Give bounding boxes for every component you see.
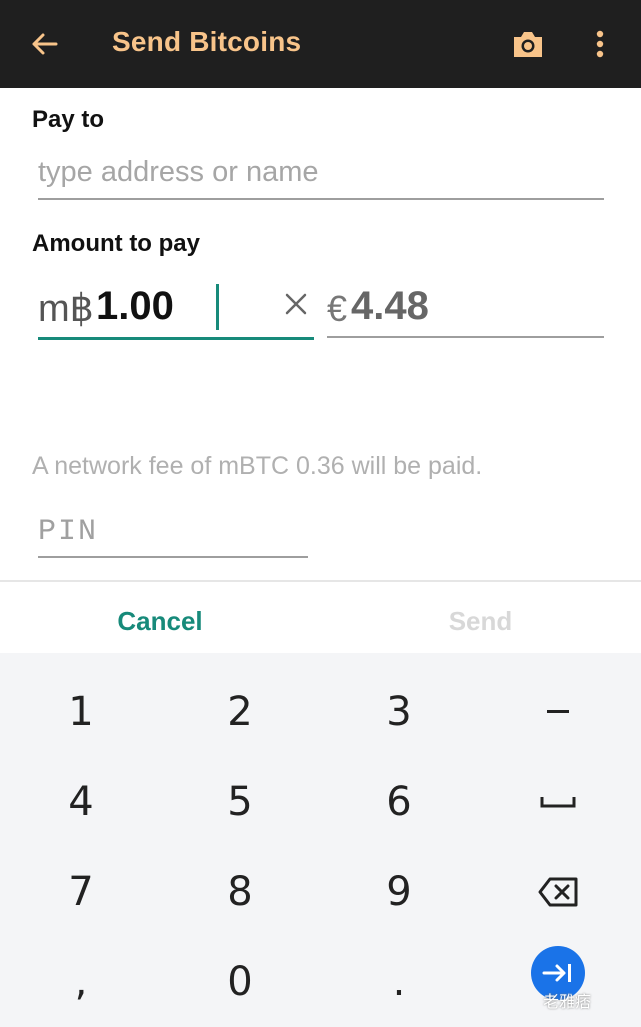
text-cursor (216, 284, 219, 330)
key-8[interactable]: 8 (160, 847, 320, 937)
divider (0, 580, 641, 582)
fiat-amount-value: 4.48 (351, 284, 429, 328)
key-2[interactable]: 2 (160, 667, 320, 757)
app-bar: Send Bitcoins (0, 0, 641, 88)
btc-amount-value: 1.00 (96, 284, 174, 328)
key-0[interactable]: 0 (160, 937, 320, 1027)
page-title: Send Bitcoins (112, 26, 302, 57)
key-3[interactable]: 3 (319, 667, 479, 757)
key-4[interactable]: 4 (1, 757, 161, 847)
key-7[interactable]: 7 (1, 847, 161, 937)
address-input[interactable] (38, 152, 604, 200)
btc-unit-prefix: m฿ (38, 288, 94, 330)
fiat-currency-prefix: € (327, 288, 348, 329)
key-1[interactable]: 1 (1, 667, 161, 757)
camera-icon[interactable] (508, 24, 548, 64)
amount-label: Amount to pay (32, 230, 200, 257)
btc-amount-field[interactable]: m฿ 1.00 (38, 278, 314, 340)
cancel-button[interactable]: Cancel (0, 590, 320, 652)
key-minus[interactable] (478, 667, 638, 757)
backspace-icon[interactable] (478, 847, 638, 937)
space-key-icon[interactable] (478, 757, 638, 847)
watermark: 老雅痞 (543, 994, 592, 1011)
fiat-amount-field[interactable]: € 4.48 (327, 278, 604, 338)
key-5[interactable]: 5 (160, 757, 320, 847)
key-period[interactable]: . (319, 937, 479, 1027)
key-comma[interactable]: , (1, 937, 161, 1027)
pay-to-label: Pay to (32, 106, 105, 133)
key-6[interactable]: 6 (319, 757, 479, 847)
back-arrow-icon[interactable] (24, 24, 64, 64)
send-button[interactable]: Send (320, 590, 641, 652)
more-options-icon[interactable] (580, 24, 620, 64)
pin-input[interactable] (38, 508, 308, 558)
key-9[interactable]: 9 (319, 847, 479, 937)
clear-icon[interactable] (278, 286, 314, 322)
network-fee-text: A network fee of mBTC 0.36 will be paid. (32, 452, 483, 480)
